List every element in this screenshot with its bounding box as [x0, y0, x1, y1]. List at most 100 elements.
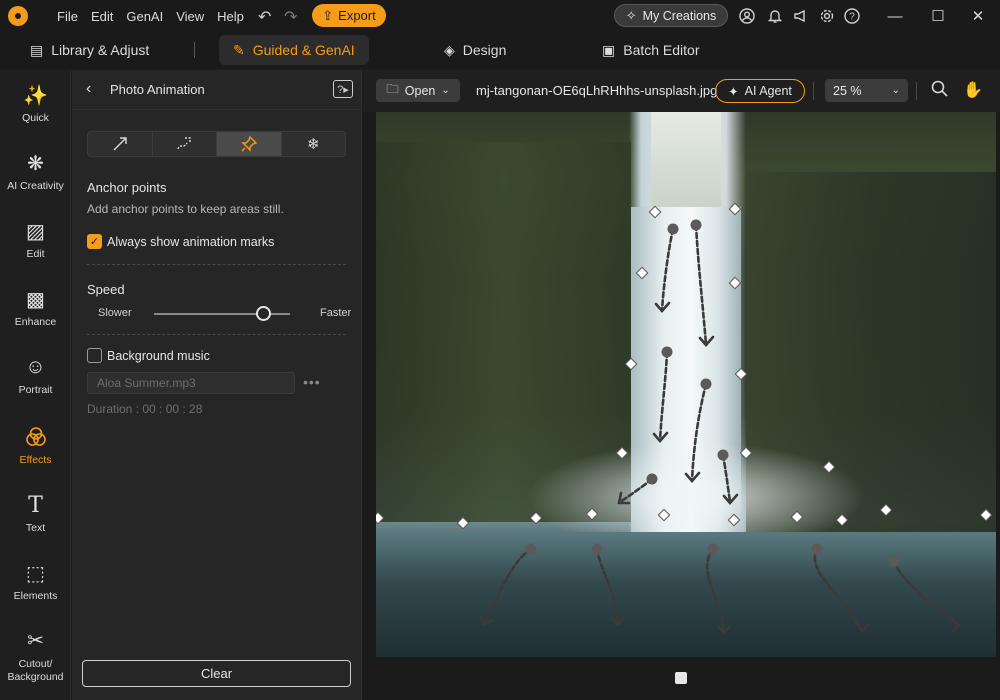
- chevron-down-icon: ⌄: [891, 85, 900, 96]
- menu-help[interactable]: Help: [217, 9, 244, 24]
- arrow-tool-icon[interactable]: [88, 132, 153, 156]
- nav-cutout-background[interactable]: ✂ Cutout/ Background: [0, 628, 71, 684]
- background-music-label: Background music: [107, 349, 210, 363]
- ai-agent-label: AI Agent: [744, 84, 792, 98]
- motion-start-dot: [690, 219, 702, 231]
- nav-quick[interactable]: ✨ Quick: [0, 82, 71, 125]
- nav-enhance[interactable]: ▩ Enhance: [0, 286, 71, 329]
- text-icon: T: [28, 492, 43, 518]
- export-button[interactable]: ⇪ Export: [312, 4, 386, 27]
- tab-batch-editor[interactable]: ▣ Batch Editor: [602, 35, 700, 65]
- arrow-head: [948, 616, 961, 634]
- help-icon[interactable]: ?: [843, 7, 861, 25]
- clear-button[interactable]: Clear: [82, 660, 351, 687]
- curve-arrow-tool-icon[interactable]: [153, 132, 217, 156]
- close-icon[interactable]: ✕: [968, 6, 988, 26]
- account-icon[interactable]: [738, 7, 756, 25]
- maximize-icon[interactable]: ☐: [928, 6, 948, 26]
- nav-edit[interactable]: ▨ Edit: [0, 218, 71, 261]
- edit-icon: ▨: [26, 220, 45, 243]
- tab-library-adjust[interactable]: ▤ Library & Adjust: [30, 35, 149, 65]
- nav-label: Elements: [13, 590, 58, 602]
- ai-creativity-icon: ❋: [27, 152, 44, 175]
- toolbar-divider: [813, 82, 814, 100]
- sparkle-icon: ✧: [625, 7, 637, 23]
- back-arrow-icon[interactable]: ‹: [86, 80, 91, 98]
- tab-guided-genai[interactable]: ✎ Guided & GenAI: [219, 35, 369, 65]
- magic-icon: ✨: [23, 84, 48, 107]
- tab-design[interactable]: ◈ Design: [444, 35, 506, 65]
- my-creations-button[interactable]: ✧ My Creations: [614, 4, 728, 27]
- nav-label: Text: [25, 522, 46, 534]
- toolbar-divider: [916, 82, 917, 100]
- menu-genai[interactable]: GenAI: [126, 9, 163, 24]
- tab-label: Library & Adjust: [51, 42, 150, 58]
- motion-start-dot: [700, 378, 712, 390]
- motion-arrow: [892, 559, 960, 626]
- zoom-search-icon[interactable]: [931, 80, 948, 102]
- freeze-tool-icon[interactable]: ❄: [282, 132, 346, 156]
- anchor-points-description: Add anchor points to keep areas still.: [87, 202, 284, 216]
- always-show-marks-label: Always show animation marks: [107, 235, 275, 249]
- motion-arrow: [813, 547, 863, 632]
- ai-agent-button[interactable]: ✦ AI Agent: [715, 79, 805, 103]
- always-show-marks-checkbox[interactable]: ✓: [87, 234, 102, 249]
- nav-text[interactable]: T Text: [0, 492, 71, 535]
- anchor-point: [728, 202, 742, 216]
- file-name: mj-tangonan-OE6qLhRHhhs-unsplash.jpg: [476, 83, 718, 98]
- motion-arrow: [658, 350, 669, 442]
- minimize-icon[interactable]: —: [885, 6, 905, 26]
- anchor-point: [376, 511, 385, 525]
- anchor-point: [585, 507, 599, 521]
- background-music-checkbox[interactable]: [87, 348, 102, 363]
- duration-text: Duration : 00 : 00 : 28: [87, 402, 203, 416]
- menu-file[interactable]: File: [57, 9, 78, 24]
- nav-effects[interactable]: Effects: [0, 424, 71, 466]
- speed-min-label: Slower: [98, 307, 132, 319]
- magic-wand-icon: ✎: [233, 41, 245, 58]
- menu-view[interactable]: View: [176, 9, 204, 24]
- open-button[interactable]: 🗀 Open ⌄: [376, 79, 460, 102]
- layers-icon: ◈: [444, 41, 455, 58]
- anchor-point: [979, 508, 993, 522]
- menu-edit[interactable]: Edit: [91, 9, 113, 24]
- more-options-icon[interactable]: •••: [303, 374, 321, 390]
- notification-bell-icon[interactable]: [766, 7, 784, 25]
- panel-title: Photo Animation: [110, 82, 205, 97]
- anchor-point: [734, 367, 748, 381]
- motion-arrow: [690, 382, 708, 482]
- animation-marks-overlay: [376, 202, 993, 635]
- undo-icon[interactable]: ↶: [258, 7, 271, 27]
- nav-label: Enhance: [14, 316, 57, 328]
- tab-divider: [194, 42, 195, 58]
- redo-icon[interactable]: ↷: [284, 7, 297, 27]
- nav-portrait[interactable]: ☺ Portrait: [0, 354, 71, 397]
- motion-start-dot: [591, 543, 603, 555]
- speed-slider-handle[interactable]: [256, 306, 271, 321]
- canvas-toolbar: 🗀 Open ⌄ mj-tangonan-OE6qLhRHhhs-unsplas…: [363, 70, 1000, 112]
- motion-start-dot: [888, 555, 900, 567]
- stop-preview-button[interactable]: [675, 672, 687, 684]
- cutout-icon: ✂: [27, 629, 44, 652]
- nav-label: Edit: [26, 248, 45, 260]
- export-icon: ⇪: [322, 7, 334, 23]
- nav-label: Cutout/ Background: [7, 658, 64, 683]
- anchor-pin-tool-icon[interactable]: [217, 132, 282, 156]
- anchor-point: [648, 205, 662, 219]
- waterfall-photo[interactable]: [376, 112, 996, 657]
- music-file-field[interactable]: Aloa Summer.mp3: [87, 372, 295, 394]
- motion-arrow: [618, 477, 654, 504]
- nav-ai-creativity[interactable]: ❋ AI Creativity: [0, 150, 71, 193]
- panel-header: ‹ Photo Animation ?▸: [72, 70, 362, 110]
- open-label: Open: [404, 83, 436, 98]
- nav-elements[interactable]: ⬚ Elements: [0, 560, 71, 603]
- speed-max-label: Faster: [320, 307, 352, 319]
- anchor-point: [615, 446, 629, 460]
- megaphone-icon[interactable]: [792, 7, 810, 25]
- tutorial-help-icon[interactable]: ?▸: [333, 80, 353, 98]
- my-creations-label: My Creations: [642, 8, 717, 23]
- zoom-value: 25 %: [833, 83, 862, 98]
- hand-pan-icon[interactable]: ✋: [963, 80, 983, 100]
- zoom-select[interactable]: 25 % ⌄: [825, 79, 908, 102]
- settings-gear-icon[interactable]: [818, 7, 836, 25]
